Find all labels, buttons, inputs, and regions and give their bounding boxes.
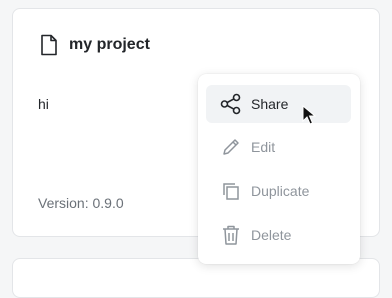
menu-item-label: Share [251, 96, 289, 112]
share-icon [220, 93, 242, 115]
context-menu: Share Edit Duplicate Delete [198, 74, 360, 264]
menu-item-edit[interactable]: Edit [206, 128, 351, 166]
project-version: Version: 0.9.0 [38, 195, 124, 211]
project-header: my project [39, 34, 150, 56]
project-title: my project [69, 36, 150, 53]
menu-item-share[interactable]: Share [206, 85, 351, 123]
menu-item-label: Duplicate [251, 183, 310, 199]
trash-icon [220, 224, 242, 246]
pencil-icon [220, 136, 242, 158]
menu-item-duplicate[interactable]: Duplicate [206, 172, 351, 210]
menu-item-label: Edit [251, 139, 276, 155]
duplicate-icon [220, 180, 242, 202]
menu-item-delete[interactable]: Delete [206, 216, 351, 254]
menu-item-label: Delete [251, 227, 292, 243]
next-project-card[interactable] [12, 258, 380, 298]
mouse-pointer-icon [302, 104, 317, 130]
file-icon [39, 34, 59, 56]
project-description: hi [38, 96, 49, 112]
